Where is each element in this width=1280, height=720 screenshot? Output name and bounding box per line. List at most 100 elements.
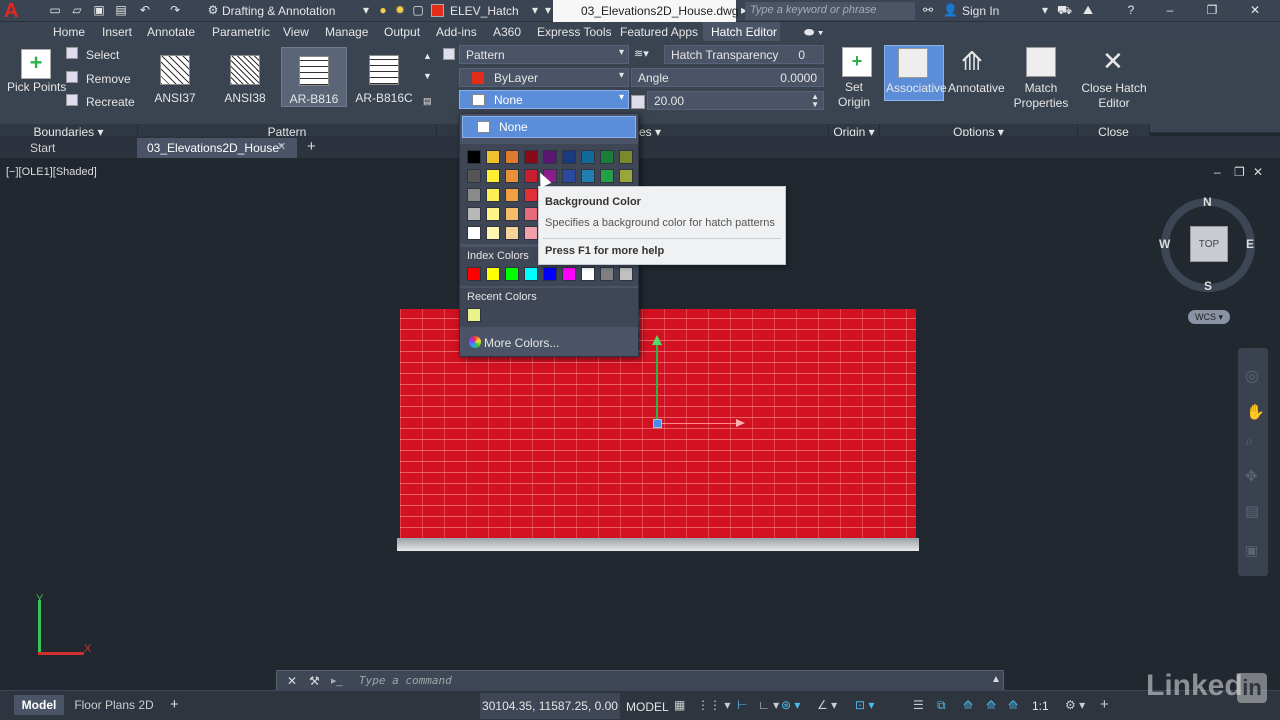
color-swatch[interactable] [581, 150, 595, 164]
color-swatch[interactable] [505, 188, 519, 202]
color-swatch[interactable] [524, 226, 538, 240]
scale-value[interactable]: 20.00 [654, 94, 684, 108]
index-color-swatch[interactable] [562, 267, 576, 281]
customize-command-icon[interactable]: ⚒ [309, 674, 320, 688]
select-button[interactable]: Select [86, 48, 119, 62]
color-swatch[interactable] [486, 169, 500, 183]
lightbulb-icon[interactable]: ● [376, 3, 390, 17]
color-swatch[interactable] [505, 226, 519, 240]
viewport-minimize-icon[interactable]: – [1214, 165, 1221, 179]
viewport-restore-icon[interactable]: ❐ [1234, 165, 1245, 179]
ribbon-toggle-icon[interactable]: ⬬ ▾ [804, 25, 823, 40]
pick-points-button[interactable]: Pick Points [7, 80, 66, 94]
color-swatch[interactable] [619, 150, 633, 164]
auto-scale-icon[interactable]: ⟰ [986, 698, 996, 712]
compass-e[interactable]: E [1246, 237, 1254, 251]
angle-value[interactable]: 0.0000 [780, 71, 817, 85]
viewport-controls-label[interactable]: [−][OLE1][Shaded] [6, 166, 97, 178]
pattern-gallery-expand-icon[interactable]: ▤ [423, 96, 432, 107]
object-snap-tracking-icon[interactable]: ∠ ▾ [817, 698, 837, 712]
color-swatch[interactable] [562, 169, 576, 183]
redo-icon[interactable]: ↷ [168, 3, 182, 17]
minimize-icon[interactable]: – [1163, 3, 1177, 17]
undo-icon[interactable]: ↶ [138, 3, 152, 17]
coordinates-display[interactable]: 30104.35, 11587.25, 0.00 [480, 693, 620, 719]
cart-icon[interactable]: ⛟ [1057, 3, 1072, 17]
pattern-ar-b816c[interactable]: AR-B816C [351, 47, 417, 107]
autocad-logo-icon[interactable]: A [4, 1, 32, 21]
add-layout-icon[interactable]: + [170, 696, 179, 713]
navbar-menu-icon[interactable]: ▣ [1245, 542, 1258, 559]
color-swatch[interactable] [486, 207, 500, 221]
index-color-swatch[interactable] [486, 267, 500, 281]
command-history-icon[interactable]: ▲ [991, 674, 1001, 685]
new-file-icon[interactable]: ▭ [48, 3, 62, 17]
color-swatch[interactable] [524, 207, 538, 221]
wcs-dropdown[interactable]: WCS ▾ [1188, 310, 1230, 324]
color-swatch[interactable] [505, 169, 519, 183]
tab-annotate[interactable]: Annotate [147, 25, 195, 39]
sign-in-button[interactable]: Sign In [962, 4, 999, 18]
spinner-icon[interactable]: ▲ ▼ [811, 93, 819, 109]
index-color-swatch[interactable] [581, 267, 595, 281]
color-swatch[interactable] [486, 150, 500, 164]
add-icon[interactable]: + [1100, 696, 1109, 713]
index-color-swatch[interactable] [543, 267, 557, 281]
color-swatch[interactable] [467, 188, 481, 202]
tab-start[interactable]: Start [20, 138, 137, 158]
color-swatch[interactable] [562, 150, 576, 164]
tab-featured-apps[interactable]: Featured Apps [620, 25, 698, 39]
command-input[interactable]: Type a command [359, 674, 452, 687]
layer-dropdown[interactable]: ELEV_Hatch [450, 4, 519, 18]
color-swatch[interactable] [486, 188, 500, 202]
object-snap-icon[interactable]: ⊡ ▾ [855, 698, 874, 712]
tab-manage[interactable]: Manage [325, 25, 368, 39]
index-color-swatch[interactable] [467, 267, 481, 281]
tab-home[interactable]: Home [53, 25, 85, 39]
palette-option-none[interactable]: None [462, 116, 636, 138]
angle-slider[interactable]: Angle 0.0000 [631, 68, 824, 87]
set-origin-icon[interactable]: + [842, 47, 872, 77]
tab-insert[interactable]: Insert [102, 25, 132, 39]
set-origin-button[interactable]: Set Origin [832, 80, 876, 110]
orbit-icon[interactable]: ✥ [1245, 467, 1258, 485]
annotative-button[interactable]: Annotative [948, 81, 1005, 95]
compass-s[interactable]: S [1204, 279, 1212, 293]
pattern-ar-b816[interactable]: AR-B816 [281, 47, 347, 107]
index-color-swatch[interactable] [524, 267, 538, 281]
color-swatch[interactable] [524, 188, 538, 202]
tab-express-tools[interactable]: Express Tools [537, 25, 611, 39]
restore-icon[interactable]: ❐ [1205, 3, 1219, 17]
chevron-down-icon[interactable]: ▾ [528, 3, 542, 17]
chevron-down-icon[interactable]: ▾ [359, 3, 373, 17]
color-swatch[interactable] [467, 169, 481, 183]
color-swatch[interactable] [543, 150, 557, 164]
grid-icon[interactable]: ▦ [674, 698, 685, 712]
polar-icon[interactable]: ∟ ▾ [758, 698, 779, 712]
binoculars-icon[interactable]: ⚯ [921, 3, 935, 17]
color-swatch[interactable] [505, 207, 519, 221]
scale-input[interactable]: 20.00 ▲ ▼ [647, 91, 824, 110]
tab-active-drawing[interactable]: 03_Elevations2D_House* [137, 138, 297, 158]
save-icon[interactable]: ▣ [92, 3, 106, 17]
tab-floor-plans[interactable]: Floor Plans 2D [70, 695, 158, 715]
match-properties-button[interactable]: Match Properties [1010, 81, 1072, 111]
help-icon[interactable]: ? [1124, 3, 1138, 17]
color-swatch[interactable] [505, 150, 519, 164]
ortho-icon[interactable]: ⊢ [737, 698, 747, 712]
more-colors-item[interactable]: More Colors... [460, 330, 638, 356]
close-tab-icon[interactable]: ✕ [277, 140, 286, 153]
y-axis-grip[interactable] [656, 343, 658, 423]
tab-parametric[interactable]: Parametric [212, 25, 270, 39]
hatch-type-dropdown[interactable]: Pattern ▾ [459, 45, 629, 64]
pan-icon[interactable]: ✋ [1246, 403, 1265, 421]
showmotion-icon[interactable]: ▤ [1245, 502, 1259, 520]
color-swatch[interactable] [581, 169, 595, 183]
workspace-dropdown[interactable]: Drafting & Annotation [222, 4, 335, 18]
transparency-icon[interactable]: ≋▾ [634, 47, 649, 60]
pattern-ansi38[interactable]: ANSI38 [212, 47, 278, 107]
workspace-switch-icon[interactable]: ⚙ ▾ [1065, 698, 1085, 712]
close-icon[interactable]: ✕ [1248, 3, 1262, 17]
tab-hatch-editor[interactable]: Hatch Editor [703, 22, 780, 41]
snap-icon[interactable]: ⋮⋮ ▾ [697, 698, 730, 712]
